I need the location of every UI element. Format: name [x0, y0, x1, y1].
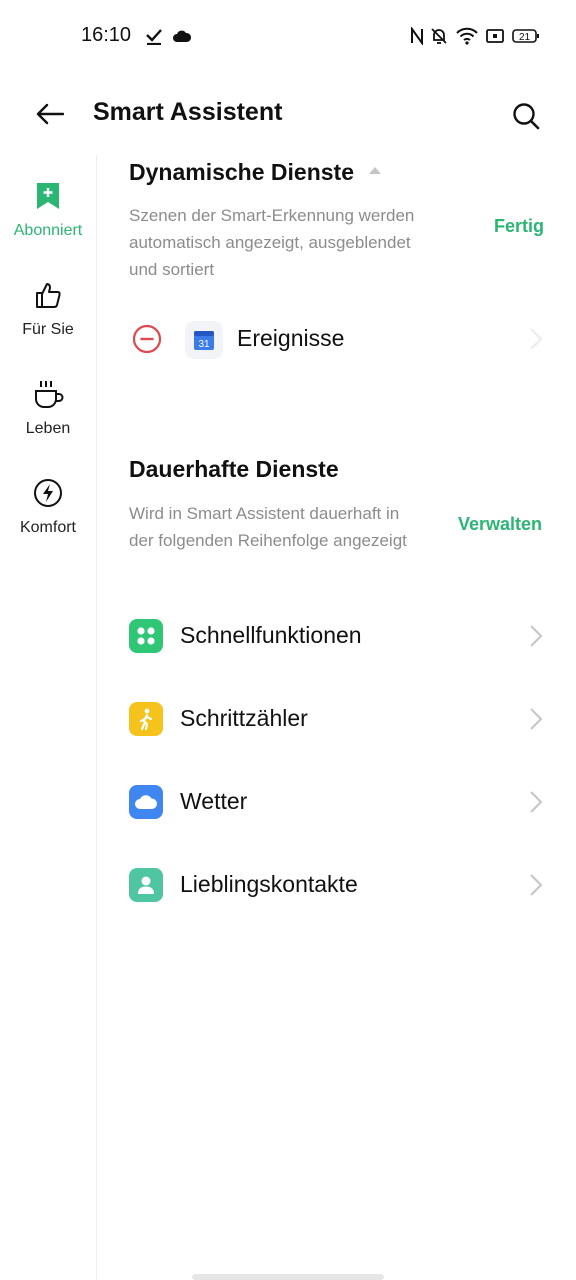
- fertig-button[interactable]: Fertig: [494, 216, 544, 237]
- remove-icon[interactable]: [132, 324, 162, 354]
- nfc-icon: [408, 24, 426, 48]
- bookmark-plus-icon: [32, 180, 64, 212]
- collapse-up-icon: [369, 166, 382, 174]
- list-item-label: Schrittzähler: [180, 705, 308, 731]
- list-item-label: Schnellfunktionen: [180, 622, 362, 648]
- sidebar: Abonniert Für Sie Leben Komfort: [0, 160, 96, 1280]
- home-indicator[interactable]: [192, 1274, 384, 1280]
- calendar-icon: 31: [185, 321, 223, 359]
- sidebar-item-abonniert[interactable]: Abonniert: [0, 180, 96, 270]
- calendar-day: 31: [198, 339, 210, 350]
- list-item-ereignisse[interactable]: 31 Ereignisse: [96, 304, 576, 374]
- sidebar-item-label: Komfort: [19, 519, 76, 536]
- cloud-status-icon: [171, 24, 193, 48]
- page-title: Smart Assistent: [93, 98, 283, 126]
- chevron-right-icon: [530, 708, 543, 730]
- list-item-label: Wetter: [180, 788, 248, 814]
- thumbs-up-icon: [32, 279, 64, 311]
- sidebar-item-komfort[interactable]: Komfort: [0, 477, 96, 567]
- battery-icon: 21: [512, 24, 540, 48]
- status-bar: 16:10 21: [0, 0, 576, 72]
- lightning-icon: [32, 477, 64, 509]
- verwalten-button[interactable]: Verwalten: [458, 514, 542, 535]
- quick-functions-icon: [129, 619, 163, 653]
- dynamic-services-title[interactable]: Dynamische Dienste: [129, 159, 382, 186]
- search-button[interactable]: [506, 96, 546, 136]
- wifi-icon: [455, 24, 479, 48]
- list-item-lieblingskontakte[interactable]: Lieblingskontakte: [96, 850, 576, 920]
- sidebar-item-label: Leben: [25, 420, 71, 437]
- cloud-icon: [129, 785, 163, 819]
- sidebar-item-label: Für Sie: [22, 321, 74, 338]
- status-time: 16:10: [81, 24, 132, 46]
- back-button[interactable]: [30, 96, 70, 132]
- search-icon: [513, 103, 540, 130]
- coffee-cup-icon: [32, 378, 64, 410]
- muted-bell-icon: [430, 24, 448, 48]
- section-title-text: Dynamische Dienste: [129, 159, 354, 185]
- permanent-services-description: Wird in Smart Assistent dauerhaft in der…: [129, 504, 407, 550]
- permanent-services-title: Dauerhafte Dienste: [129, 456, 339, 482]
- back-arrow-icon: [36, 103, 64, 125]
- list-item-schrittzaehler[interactable]: Schrittzähler: [96, 684, 576, 754]
- chevron-right-icon: [530, 874, 543, 896]
- chevron-right-icon: [530, 328, 543, 350]
- check-icon: [144, 24, 164, 48]
- sidebar-item-fuer-sie[interactable]: Für Sie: [0, 279, 96, 369]
- dynamic-services-description: Szenen der Smart-Erkennung werden automa…: [129, 206, 415, 279]
- screen-cast-icon: [485, 24, 505, 48]
- sidebar-item-leben[interactable]: Leben: [0, 378, 96, 468]
- walking-person-icon: [129, 702, 163, 736]
- sidebar-item-label: Abonniert: [13, 222, 83, 239]
- list-item-label: Ereignisse: [237, 325, 345, 351]
- list-item-label: Lieblingskontakte: [180, 871, 358, 897]
- chevron-right-icon: [530, 791, 543, 813]
- header: Smart Assistent: [0, 80, 576, 150]
- battery-level: 21: [519, 32, 531, 43]
- contact-icon: [129, 868, 163, 902]
- chevron-right-icon: [530, 625, 543, 647]
- list-item-wetter[interactable]: Wetter: [96, 767, 576, 837]
- list-item-schnellfunktionen[interactable]: Schnellfunktionen: [96, 601, 576, 671]
